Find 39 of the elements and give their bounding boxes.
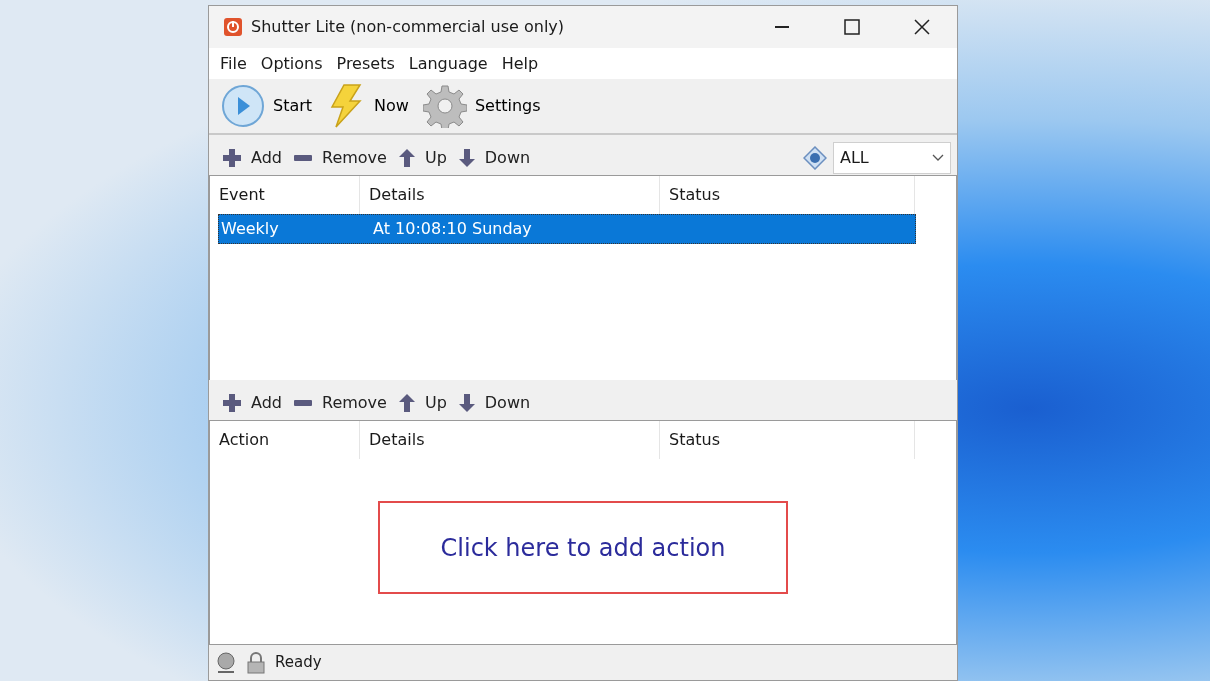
- down-button[interactable]: Down: [452, 391, 537, 415]
- menu-item[interactable]: Help: [494, 51, 546, 76]
- now-button[interactable]: Now: [322, 83, 413, 129]
- chevron-down-icon: [932, 154, 944, 162]
- window-title: Shutter Lite (non-commercial use only): [251, 16, 565, 38]
- menu-item[interactable]: Presets: [329, 51, 402, 76]
- filter-dropdown[interactable]: ALL: [833, 142, 951, 174]
- menu-item[interactable]: Language: [401, 51, 495, 76]
- play-icon: [221, 84, 265, 128]
- app-icon: [223, 17, 243, 37]
- settings-button[interactable]: Settings: [418, 84, 545, 128]
- minimize-icon: [775, 26, 789, 28]
- add-button[interactable]: Add: [217, 146, 288, 170]
- list-row[interactable]: Weekly At 10:08:10 Sunday: [218, 214, 916, 244]
- menu-item[interactable]: File: [213, 51, 254, 76]
- start-button[interactable]: Start: [217, 84, 317, 128]
- add-action-button[interactable]: Click here to add action: [378, 501, 788, 594]
- up-arrow-icon: [398, 149, 415, 167]
- status-text: Ready: [275, 652, 322, 674]
- add-button[interactable]: Add: [217, 391, 288, 415]
- close-icon: [913, 18, 931, 36]
- down-arrow-icon: [458, 394, 475, 412]
- plus-icon: [223, 394, 241, 412]
- padlock-icon: [245, 651, 267, 674]
- gear-icon: [422, 84, 467, 128]
- remove-button[interactable]: Remove: [288, 146, 393, 170]
- column-header[interactable]: Details: [360, 421, 660, 459]
- info-icon: [803, 146, 827, 170]
- down-button[interactable]: Down: [452, 146, 537, 170]
- up-button[interactable]: Up: [392, 391, 453, 415]
- column-header[interactable]: Action: [210, 421, 360, 459]
- maximize-icon: [843, 18, 861, 36]
- up-arrow-icon: [398, 394, 415, 412]
- down-arrow-icon: [458, 149, 475, 167]
- column-header[interactable]: Status: [660, 421, 915, 459]
- menu-item[interactable]: Options: [253, 51, 330, 76]
- up-button[interactable]: Up: [392, 146, 453, 170]
- plus-icon: [223, 149, 241, 167]
- remove-button[interactable]: Remove: [288, 391, 393, 415]
